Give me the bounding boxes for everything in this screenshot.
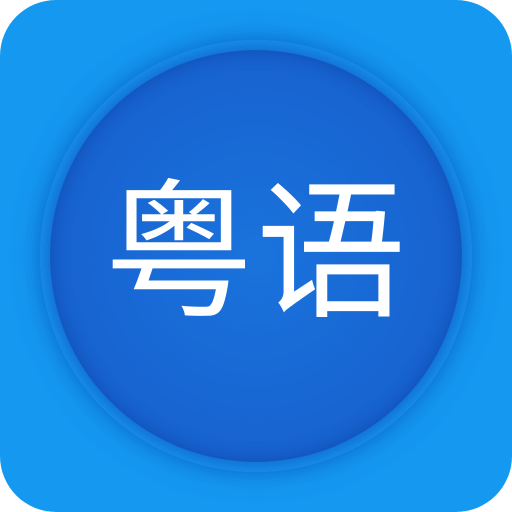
app-icon[interactable]: 粤语 — [0, 0, 512, 512]
icon-label: 粤语 — [103, 167, 408, 341]
